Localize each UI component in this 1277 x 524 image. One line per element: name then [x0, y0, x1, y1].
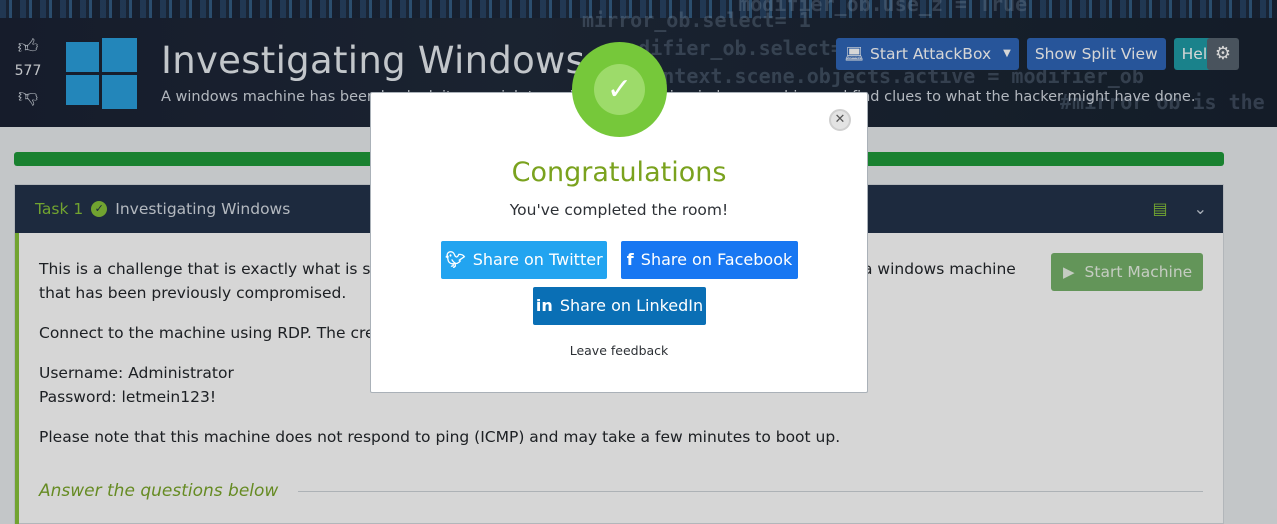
checkmark-icon: ✓	[606, 72, 633, 107]
close-icon[interactable]: ✕	[829, 109, 851, 131]
share-linkedin-label: Share on LinkedIn	[559, 296, 704, 315]
share-twitter-label: Share on Twitter	[472, 250, 603, 269]
modal-subtitle: You've completed the room!	[509, 201, 729, 219]
twitter-icon: 🐦︎	[445, 250, 466, 269]
completion-badge-icon: ✓	[572, 42, 667, 137]
linkedin-icon: in	[535, 296, 553, 315]
congratulations-modal: Congratulations You've completed the roo…	[370, 92, 868, 393]
leave-feedback-link[interactable]: Leave feedback	[371, 343, 867, 358]
share-twitter-button[interactable]: 🐦︎ Share on Twitter	[441, 241, 607, 279]
share-facebook-label: Share on Facebook	[640, 250, 793, 269]
share-linkedin-button[interactable]: in Share on LinkedIn	[533, 287, 706, 325]
facebook-icon: f	[626, 250, 634, 269]
share-facebook-button[interactable]: f Share on Facebook	[621, 241, 798, 279]
modal-title: Congratulations	[511, 157, 727, 188]
